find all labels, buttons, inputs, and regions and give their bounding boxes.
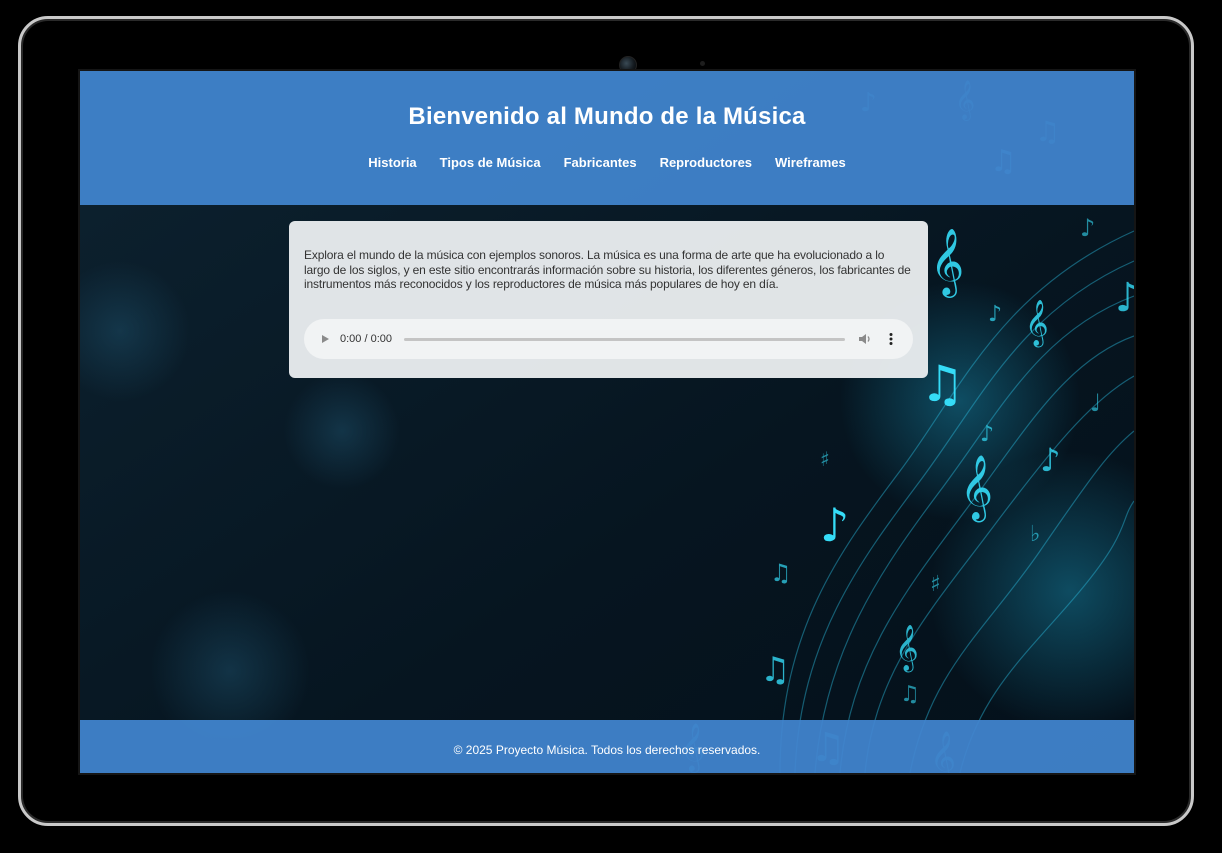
copyright-text: © 2025 Proyecto Música. Todos los derech… <box>453 743 761 757</box>
nav-link-reproductores[interactable]: Reproductores <box>660 155 752 170</box>
svg-text:♪: ♪ <box>980 422 994 447</box>
svg-text:♩: ♩ <box>1090 389 1101 417</box>
browser-viewport: 𝄞 𝄞 𝄞 𝄞 ♫ ♪ ♫ ♪ ♪ ♫ ♪ ♪ ♯ ♭ ♯ ♫ ♪ ♩ ♫ 𝄞 … <box>78 69 1136 775</box>
audio-player[interactable]: 0:00 / 0:00 <box>304 319 913 359</box>
more-vert-icon <box>889 333 893 345</box>
site-footer: © 2025 Proyecto Música. Todos los derech… <box>80 720 1134 773</box>
volume-icon <box>859 334 870 344</box>
svg-text:♪: ♪ <box>1115 275 1134 321</box>
svg-text:𝄞: 𝄞 <box>960 455 993 522</box>
intro-text: Explora el mundo de la música con ejempl… <box>304 248 911 291</box>
page-title: Bienvenido al Mundo de la Música <box>408 103 806 130</box>
nav-link-tipos-de-musica[interactable]: Tipos de Música <box>440 155 541 170</box>
svg-text:♫: ♫ <box>770 559 792 587</box>
audio-time: 0:00 / 0:00 <box>340 333 392 345</box>
more-options-button[interactable] <box>883 331 899 347</box>
svg-text:♪: ♪ <box>1080 214 1095 242</box>
svg-text:♫: ♫ <box>760 650 790 690</box>
play-button[interactable] <box>318 332 332 346</box>
svg-text:♯: ♯ <box>820 447 830 471</box>
svg-text:♯: ♯ <box>930 572 941 597</box>
main-nav: Historia Tipos de Música Fabricantes Rep… <box>80 155 1134 170</box>
nav-link-historia[interactable]: Historia <box>368 155 416 170</box>
audio-progress-bar[interactable] <box>404 337 845 341</box>
sensor-dot <box>700 61 705 66</box>
svg-text:𝄞: 𝄞 <box>1025 300 1049 348</box>
svg-text:♪: ♪ <box>1040 441 1060 479</box>
play-icon <box>322 335 329 343</box>
svg-text:𝄞: 𝄞 <box>895 625 919 673</box>
svg-text:♫: ♫ <box>900 682 920 707</box>
svg-text:♪: ♪ <box>988 302 1002 327</box>
site-header: Bienvenido al Mundo de la Música Histori… <box>80 71 1134 205</box>
nav-link-wireframes[interactable]: Wireframes <box>775 155 846 170</box>
svg-text:𝄞: 𝄞 <box>930 227 964 298</box>
svg-text:♪: ♪ <box>820 498 849 552</box>
svg-text:♭: ♭ <box>1030 522 1040 547</box>
intro-card: Explora el mundo de la música con ejempl… <box>289 221 928 378</box>
volume-button[interactable] <box>857 331 873 347</box>
nav-link-fabricantes[interactable]: Fabricantes <box>564 155 637 170</box>
